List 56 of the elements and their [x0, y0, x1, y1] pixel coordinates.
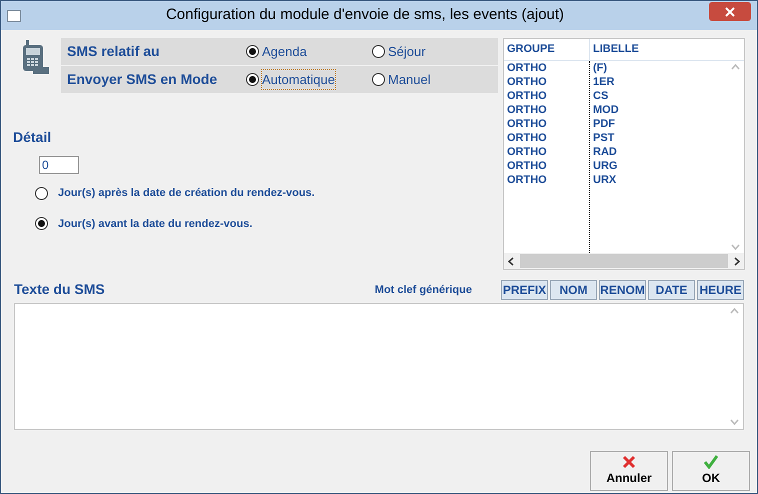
keyword-button[interactable]: HEURE: [697, 280, 744, 300]
section-title: Détail: [13, 128, 52, 147]
table-cell-text: RAD: [592, 145, 618, 159]
table-cell-text: ORTHO: [506, 103, 548, 117]
keyword-button[interactable]: PREFIX: [501, 280, 548, 300]
scroll-left-icon[interactable]: [508, 256, 514, 266]
phone-icon: [21, 40, 49, 74]
keyword-button[interactable]: NOM: [550, 280, 597, 300]
table-cell-text: (F): [592, 61, 608, 75]
column-header[interactable]: LIBELLE: [590, 39, 744, 60]
radio-button[interactable]: [35, 186, 48, 200]
keyword-button[interactable]: DATE: [648, 280, 695, 300]
window-icon: [7, 10, 21, 22]
table-cell-text: ORTHO: [506, 173, 548, 187]
column-header[interactable]: GROUPE: [504, 39, 590, 60]
table-cell-text: ORTHO: [506, 61, 548, 75]
table-cell-text: 1ER: [592, 75, 616, 89]
table-cell-text: PDF: [592, 117, 616, 131]
radio-button[interactable]: [35, 217, 48, 230]
keyword-button[interactable]: RENOM: [599, 280, 646, 300]
option-label: SMS relatif au: [66, 42, 161, 61]
radio-button[interactable]: [372, 45, 385, 58]
close-icon: [725, 6, 735, 16]
ok-button[interactable]: OK: [672, 451, 750, 491]
table-cell-text: ORTHO: [506, 89, 548, 103]
scroll-thumb[interactable]: [520, 254, 728, 268]
checkmark-icon: [704, 455, 718, 469]
horizontal-scrollbar[interactable]: [504, 253, 744, 269]
option-label: Envoyer SMS en Mode: [66, 70, 218, 89]
table-cell-text: CS: [592, 89, 610, 103]
radio-label[interactable]: Jour(s) avant la date du rendez-vous.: [58, 216, 252, 232]
keyword-label: Mot clef générique: [374, 282, 473, 298]
table-cell-text: ORTHO: [506, 145, 548, 159]
radio-label[interactable]: Jour(s) après la date de création du rendez-vous.: [58, 185, 315, 202]
table-cell-text: ORTHO: [506, 131, 548, 145]
radio-button[interactable]: [372, 73, 385, 86]
table-cell-text: PST: [592, 131, 616, 145]
days-field[interactable]: 0: [39, 156, 79, 174]
table-cell-text: MOD: [592, 103, 620, 117]
section-title: Texte du SMS: [14, 280, 106, 299]
window-title: Configuration du module d'envoie de sms, les events (ajout): [164, 5, 566, 26]
cross-icon: [622, 455, 636, 469]
close-button[interactable]: [709, 2, 751, 21]
radio-label[interactable]: Automatique: [261, 68, 336, 90]
table-cell-text: URX: [592, 173, 618, 187]
cancel-button[interactable]: Annuler: [590, 451, 668, 491]
table-cell-text: ORTHO: [506, 75, 548, 89]
table-cell-text: ORTHO: [506, 159, 548, 173]
scroll-right-icon[interactable]: [734, 256, 740, 266]
radio-button[interactable]: [246, 73, 259, 86]
table-cell-text: ORTHO: [506, 117, 548, 131]
radio-label[interactable]: Manuel: [387, 68, 432, 90]
radio-label[interactable]: Agenda: [261, 40, 308, 62]
radio-label[interactable]: Séjour: [387, 40, 427, 62]
radio-button[interactable]: [246, 45, 259, 58]
table-cell-text: URG: [592, 159, 618, 173]
